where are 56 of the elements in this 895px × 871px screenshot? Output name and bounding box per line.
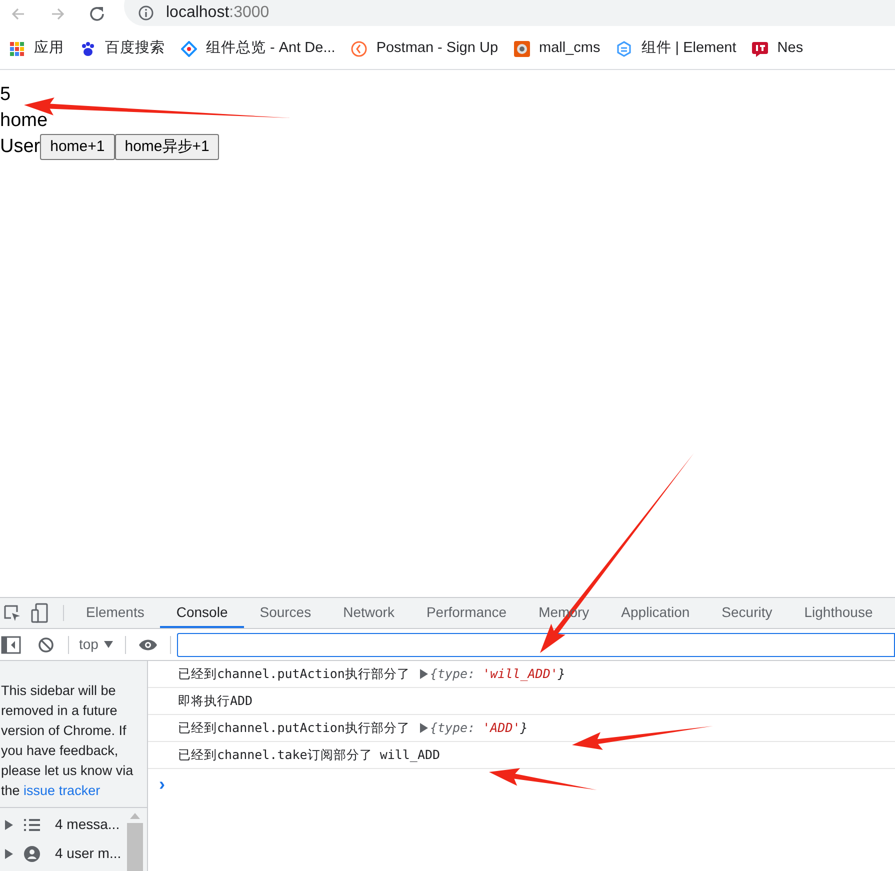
devtools-tab[interactable]: Sources (244, 598, 328, 628)
diamond-logo-icon (181, 40, 197, 56)
user-icon (24, 846, 40, 862)
increment-button[interactable]: home异步+1 (114, 134, 220, 160)
devtools-tab[interactable]: Security (706, 598, 788, 628)
devtools-tab[interactable]: Lighthouse (788, 598, 889, 628)
bookmark[interactable]: Nes (752, 38, 804, 60)
count-text: 5 (0, 83, 11, 107)
devtools-tab[interactable]: Performance (410, 598, 523, 628)
bookmark[interactable]: 百度搜索 (80, 38, 165, 60)
log-text: 即将执行ADD (178, 692, 253, 710)
postman-logo-icon (351, 40, 368, 56)
sidebar-toggle-icon[interactable] (1, 636, 21, 654)
bookmark[interactable]: 组件 | Element (616, 38, 736, 60)
name-text: home (0, 109, 48, 133)
apps-grid-icon (9, 40, 25, 56)
object-preview[interactable]: {type: 'will_ADD'} (430, 664, 566, 684)
cms-logo-icon (514, 40, 530, 56)
bookmark[interactable]: mall_cms (514, 38, 600, 60)
log-text: 已经到channel.putAction执行部分了 (178, 664, 410, 683)
filter-field[interactable] (177, 632, 895, 656)
reload-icon[interactable] (88, 5, 106, 23)
sidebar-notice: This sidebar will be removed in a future version of Chrome. If you have feedback, please let us know via the issue tracker (0, 682, 134, 800)
increment-button[interactable]: home+1 (40, 134, 115, 160)
expand-triangle-icon[interactable] (420, 723, 428, 733)
expand-triangle-icon (5, 820, 13, 830)
log-text: 已经到channel.putAction执行部分了 (178, 718, 410, 737)
device-icon[interactable] (31, 603, 49, 623)
address-bar[interactable]: localhost:3000 (124, 0, 895, 26)
context-selector[interactable]: top (79, 634, 114, 655)
bookmark[interactable]: 组件总览 - Ant De... (181, 38, 336, 60)
eye-icon[interactable] (138, 638, 158, 652)
scrollbar-thumb[interactable] (127, 823, 143, 871)
dropdown-caret-icon (104, 641, 114, 648)
user-label: User (0, 135, 40, 159)
url-text: localhost:3000 (166, 3, 270, 23)
devtools-tab[interactable]: Network (327, 598, 410, 628)
issue-tracker-link[interactable]: issue tracker (24, 783, 100, 798)
clear-icon[interactable] (38, 636, 54, 652)
it-logo-icon (752, 40, 768, 56)
message-filter-item[interactable]: 4 user m... (0, 843, 127, 864)
expand-triangle-icon (5, 848, 13, 858)
devtools-tab[interactable]: Elements (70, 598, 160, 628)
log-text: 已经到channel.take订阅部分了 will_ADD (178, 746, 440, 764)
object-preview[interactable]: {type: 'ADD'} (430, 718, 528, 738)
expand-triangle-icon[interactable] (420, 669, 428, 679)
bookmark[interactable]: Postman - Sign Up (351, 38, 498, 60)
devtools-tab[interactable]: Application (605, 598, 706, 628)
inspect-icon[interactable] (3, 604, 21, 622)
console-prompt[interactable]: › (159, 774, 165, 794)
hexagon-logo-icon (616, 40, 632, 56)
list-icon (24, 818, 40, 830)
message-filter-item[interactable]: 4 messa... (0, 814, 127, 835)
bookmark[interactable]: 应用 (9, 38, 64, 60)
info-icon (138, 5, 154, 21)
paw-icon (80, 40, 96, 56)
